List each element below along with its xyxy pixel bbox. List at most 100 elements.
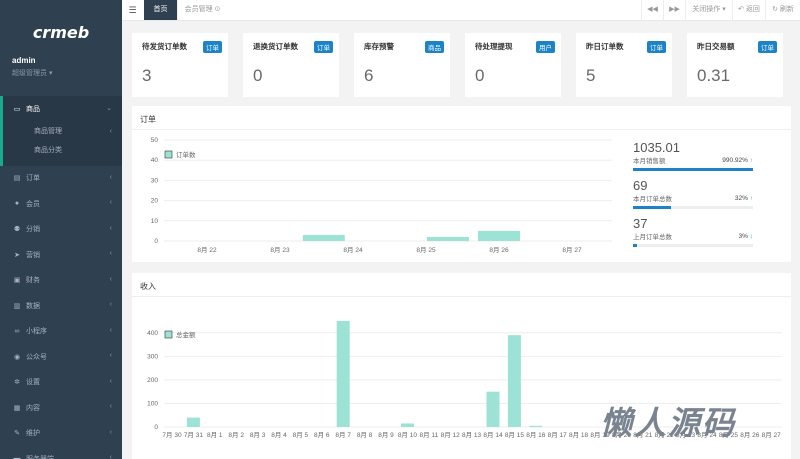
trend-arrow-icon: ↑ (749, 195, 753, 202)
sidebar-item-3[interactable]: ⚉ 分销 ‹ (0, 217, 122, 243)
x-tick-label: 8月 6 (314, 431, 330, 439)
profile[interactable]: admin 超级管理员 ▾ (12, 56, 52, 78)
sidebar-item-11[interactable]: ✎ 维护 ‹ (0, 421, 122, 447)
sidebar-item-label: 订单 (26, 175, 40, 183)
stat-badge: 商品 (425, 41, 444, 53)
y-tick-label: 30 (151, 177, 159, 184)
sidebar-item-6[interactable]: ▥ 数据 ‹ (0, 293, 122, 319)
x-tick-label: 8月 10 (398, 431, 418, 439)
sidebar-subitem-1[interactable]: 商品分类 (3, 141, 122, 160)
profile-role[interactable]: 超级管理员 ▾ (12, 68, 52, 78)
stat-value: 3 (142, 66, 152, 85)
stat-value: 0 (475, 66, 485, 85)
chart-bar (400, 423, 414, 427)
chevron-left-icon: ‹ (109, 275, 112, 283)
y-tick-label: 50 (151, 137, 159, 144)
stat-title: 待处理提现 (475, 42, 513, 51)
chart-bar (302, 234, 345, 241)
sidebar-item-label: 数据 (26, 302, 40, 310)
income-panel-title: 收入 (140, 282, 156, 291)
chevron-left-icon: ‹ (109, 454, 112, 459)
stat-title: 昨日交易额 (697, 42, 735, 51)
sidebar-item-label: 服务器端 (26, 454, 54, 459)
money-icon: ▣ (13, 277, 21, 285)
file-icon: ▤ (13, 175, 21, 183)
y-tick-label: 20 (151, 198, 159, 205)
sidebar-item-9[interactable]: ✲ 设置 ‹ (0, 370, 122, 396)
sidebar-item-5[interactable]: ▣ 财务 ‹ (0, 268, 122, 294)
chevron-down-icon: ⌄ (106, 105, 112, 112)
x-tick-label: 8月 7 (335, 431, 351, 439)
sidebar-item-8[interactable]: ◉ 公众号 ‹ (0, 344, 122, 370)
y-tick-label: 200 (147, 377, 158, 384)
summary-value: 69 (633, 178, 648, 193)
chart-bar (426, 236, 469, 241)
sidebar-item-4[interactable]: ➤ 营销 ‹ (0, 242, 122, 268)
stat-card: 昨日交易额 订单 0.31 (687, 33, 783, 97)
legend-label: 总金额 (176, 330, 196, 339)
y-tick-label: 0 (154, 424, 158, 431)
scroll-right-icon[interactable]: ▶▶ (663, 0, 685, 20)
stat-badge: 订单 (758, 41, 777, 53)
progress-bar (633, 244, 637, 247)
legend-swatch (164, 330, 173, 339)
chevron-left-icon: ‹ (109, 127, 112, 135)
progress-track (633, 206, 753, 209)
stat-card: 退换货订单数 订单 0 (243, 33, 339, 97)
crmeb-logo[interactable]: crmeb (0, 18, 122, 48)
summary-value: 37 (633, 216, 648, 231)
sidebar-item-12[interactable]: ▬ 服务器端 ‹ (0, 446, 122, 459)
sidebar: crmeb admin 超级管理员 ▾ ▭ 商品 ⌄ 商品管理 ‹ 商品分类 ▤ 订单 ‹ ● 会员… (0, 0, 122, 459)
box-icon: ▦ (13, 404, 21, 412)
svg-text:crmeb: crmeb (33, 23, 89, 42)
close-ops-dropdown[interactable]: 关闭操作 ▾ (685, 0, 732, 20)
x-tick-label: 8月 3 (250, 431, 266, 439)
scroll-left-icon[interactable]: ◀◀ (641, 0, 663, 20)
sidebar-nav: ▭ 商品 ⌄ 商品管理 ‹ 商品分类 ▤ 订单 ‹ ● 会员 ‹ ⚉ 分销 ‹ ➤ 营销 ‹ ▣ 财务 ‹ ▥ 数据 ‹ ∞ 小程… (0, 96, 122, 459)
back-button[interactable]: ↶ 返回 (732, 0, 765, 20)
sidebar-item-1[interactable]: ▤ 订单 ‹ (0, 166, 122, 192)
x-tick-label: 8月 22 (197, 246, 217, 254)
users-icon: ⚉ (13, 226, 21, 234)
sidebar-subitem-label: 商品管理 (34, 127, 62, 135)
sidebar-item-label: 公众号 (26, 353, 47, 361)
chevron-left-icon: ‹ (109, 250, 112, 257)
x-tick-label: 8月 15 (505, 431, 525, 439)
orders-panel-title: 订单 (140, 115, 156, 124)
x-tick-label: 8月 1 (207, 431, 223, 439)
tab-member-management[interactable]: 会员管理 ⊙ (177, 0, 227, 20)
summary-percent: 990.92% ↑ (722, 157, 753, 164)
chevron-left-icon: ‹ (109, 352, 112, 359)
x-tick-label: 8月 11 (419, 431, 438, 439)
gear-icon: ✲ (14, 379, 20, 387)
y-tick-label: 40 (151, 157, 159, 164)
trend-arrow-icon: ↓ (749, 233, 753, 240)
tab-home[interactable]: 首页 (144, 0, 177, 20)
sidebar-subitem-label: 商品分类 (34, 146, 62, 154)
refresh-button[interactable]: ↻ 刷新 (765, 0, 800, 20)
sidebar-submenu: 商品管理 ‹ 商品分类 (0, 121, 122, 166)
sidebar-item-2[interactable]: ● 会员 ‹ (0, 191, 122, 217)
x-tick-label: 8月 18 (569, 431, 589, 439)
menu-toggle-icon[interactable]: ☰ (122, 0, 143, 20)
y-tick-label: 400 (147, 330, 158, 337)
sidebar-item-10[interactable]: ▦ 内容 ‹ (0, 395, 122, 421)
x-tick-label: 8月 24 (343, 246, 363, 254)
progress-bar (633, 206, 672, 209)
chevron-left-icon: ‹ (109, 199, 112, 206)
chevron-left-icon: ‹ (109, 224, 112, 232)
summary-label: 上月订单总数 (633, 234, 672, 241)
sidebar-item-label: 分销 (26, 226, 40, 234)
x-tick-label: 8月 13 (462, 431, 482, 439)
stat-value: 0.31 (697, 66, 731, 85)
x-tick-label: 8月 26 (489, 246, 509, 254)
sidebar-item-label: 营销 (26, 251, 40, 259)
stat-badge: 订单 (647, 41, 666, 53)
sidebar-subitem-0[interactable]: 商品管理 ‹ (3, 122, 122, 141)
x-tick-label: 8月 2 (228, 431, 244, 439)
stat-badge: 用户 (536, 41, 555, 53)
sidebar-item-7[interactable]: ∞ 小程序 ‹ (0, 319, 122, 345)
chart-bar (336, 321, 350, 427)
sidebar-item-0[interactable]: ▭ 商品 ⌄ (0, 96, 122, 122)
x-tick-label: 8月 23 (270, 246, 290, 254)
